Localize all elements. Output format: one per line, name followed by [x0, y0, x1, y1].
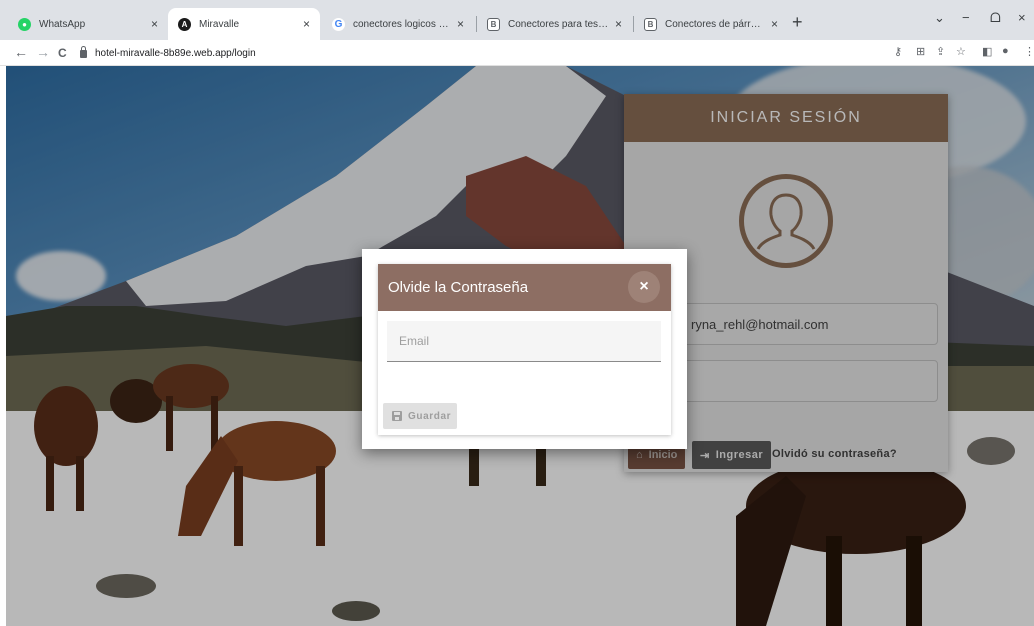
angular-icon: A — [178, 17, 191, 31]
sidepanel-icon[interactable]: ◧ — [982, 45, 992, 58]
back-button[interactable]: ← — [14, 44, 28, 60]
url-text: hotel-miravalle-8b89e.web.app/login — [95, 47, 256, 59]
modal-card: Olvide la Contraseña × Guardar — [378, 264, 671, 435]
tab-conectores-tesis[interactable]: B Conectores para tesis: la lista def × — [477, 8, 632, 40]
save-button[interactable]: Guardar — [383, 403, 457, 429]
modal-close-button[interactable]: × — [628, 271, 660, 303]
share-icon[interactable]: ⇪ — [936, 45, 945, 58]
new-tab-button[interactable]: + — [792, 13, 803, 31]
tab-search-icon[interactable]: ⌄ — [934, 10, 945, 26]
tab-title: Conectores de párrafos: listado p — [665, 18, 765, 30]
browser-toolbar: ← → C hotel-miravalle-8b89e.web.app/logi… — [0, 40, 1034, 66]
tab-title: Conectores para tesis: la lista def — [508, 18, 609, 30]
tab-miravalle[interactable]: A Miravalle × — [168, 8, 320, 40]
tab-google-search[interactable]: G conectores logicos para tesis - B × — [322, 8, 474, 40]
tab-close-icon[interactable]: × — [771, 17, 778, 31]
forgot-password-modal: Olvide la Contraseña × Guardar — [362, 249, 687, 449]
tab-title: WhatsApp — [39, 18, 86, 30]
modal-title: Olvide la Contraseña — [388, 279, 529, 296]
minimize-button[interactable]: − — [962, 10, 970, 25]
forward-button[interactable]: → — [36, 44, 50, 60]
key-icon[interactable]: ⚷ — [894, 45, 902, 58]
tab-close-icon[interactable]: × — [615, 17, 622, 31]
tab-close-icon[interactable]: × — [303, 17, 310, 31]
close-icon: × — [639, 278, 649, 295]
tab-close-icon[interactable]: × — [151, 17, 158, 31]
restore-button[interactable]: ᗝ — [990, 10, 1001, 26]
tab-close-icon[interactable]: × — [457, 17, 464, 31]
translate-icon[interactable]: ⊞ — [916, 45, 925, 58]
tab-conectores-parrafos[interactable]: B Conectores de párrafos: listado p × — [634, 8, 788, 40]
reload-button[interactable]: C — [58, 45, 67, 61]
save-button-label: Guardar — [408, 410, 452, 422]
google-icon: G — [332, 17, 345, 31]
profile-icon[interactable]: ● — [1002, 45, 1009, 57]
address-bar[interactable]: hotel-miravalle-8b89e.web.app/login — [80, 43, 880, 63]
tab-whatsapp[interactable]: ● WhatsApp × — [8, 8, 168, 40]
document-icon: B — [487, 17, 500, 31]
lock-icon — [80, 46, 87, 58]
tab-title: Miravalle — [199, 18, 240, 30]
menu-icon[interactable]: ⋮ — [1024, 45, 1034, 58]
tab-title: conectores logicos para tesis - B — [353, 18, 451, 30]
window-close-button[interactable]: × — [1018, 10, 1026, 25]
email-input[interactable] — [387, 321, 661, 362]
floppy-disk-icon — [392, 411, 402, 421]
document-icon: B — [644, 17, 657, 31]
whatsapp-icon: ● — [18, 17, 31, 31]
star-icon[interactable]: ☆ — [956, 45, 966, 58]
browser-tab-strip: ● WhatsApp × A Miravalle × G conectores … — [0, 0, 1034, 40]
